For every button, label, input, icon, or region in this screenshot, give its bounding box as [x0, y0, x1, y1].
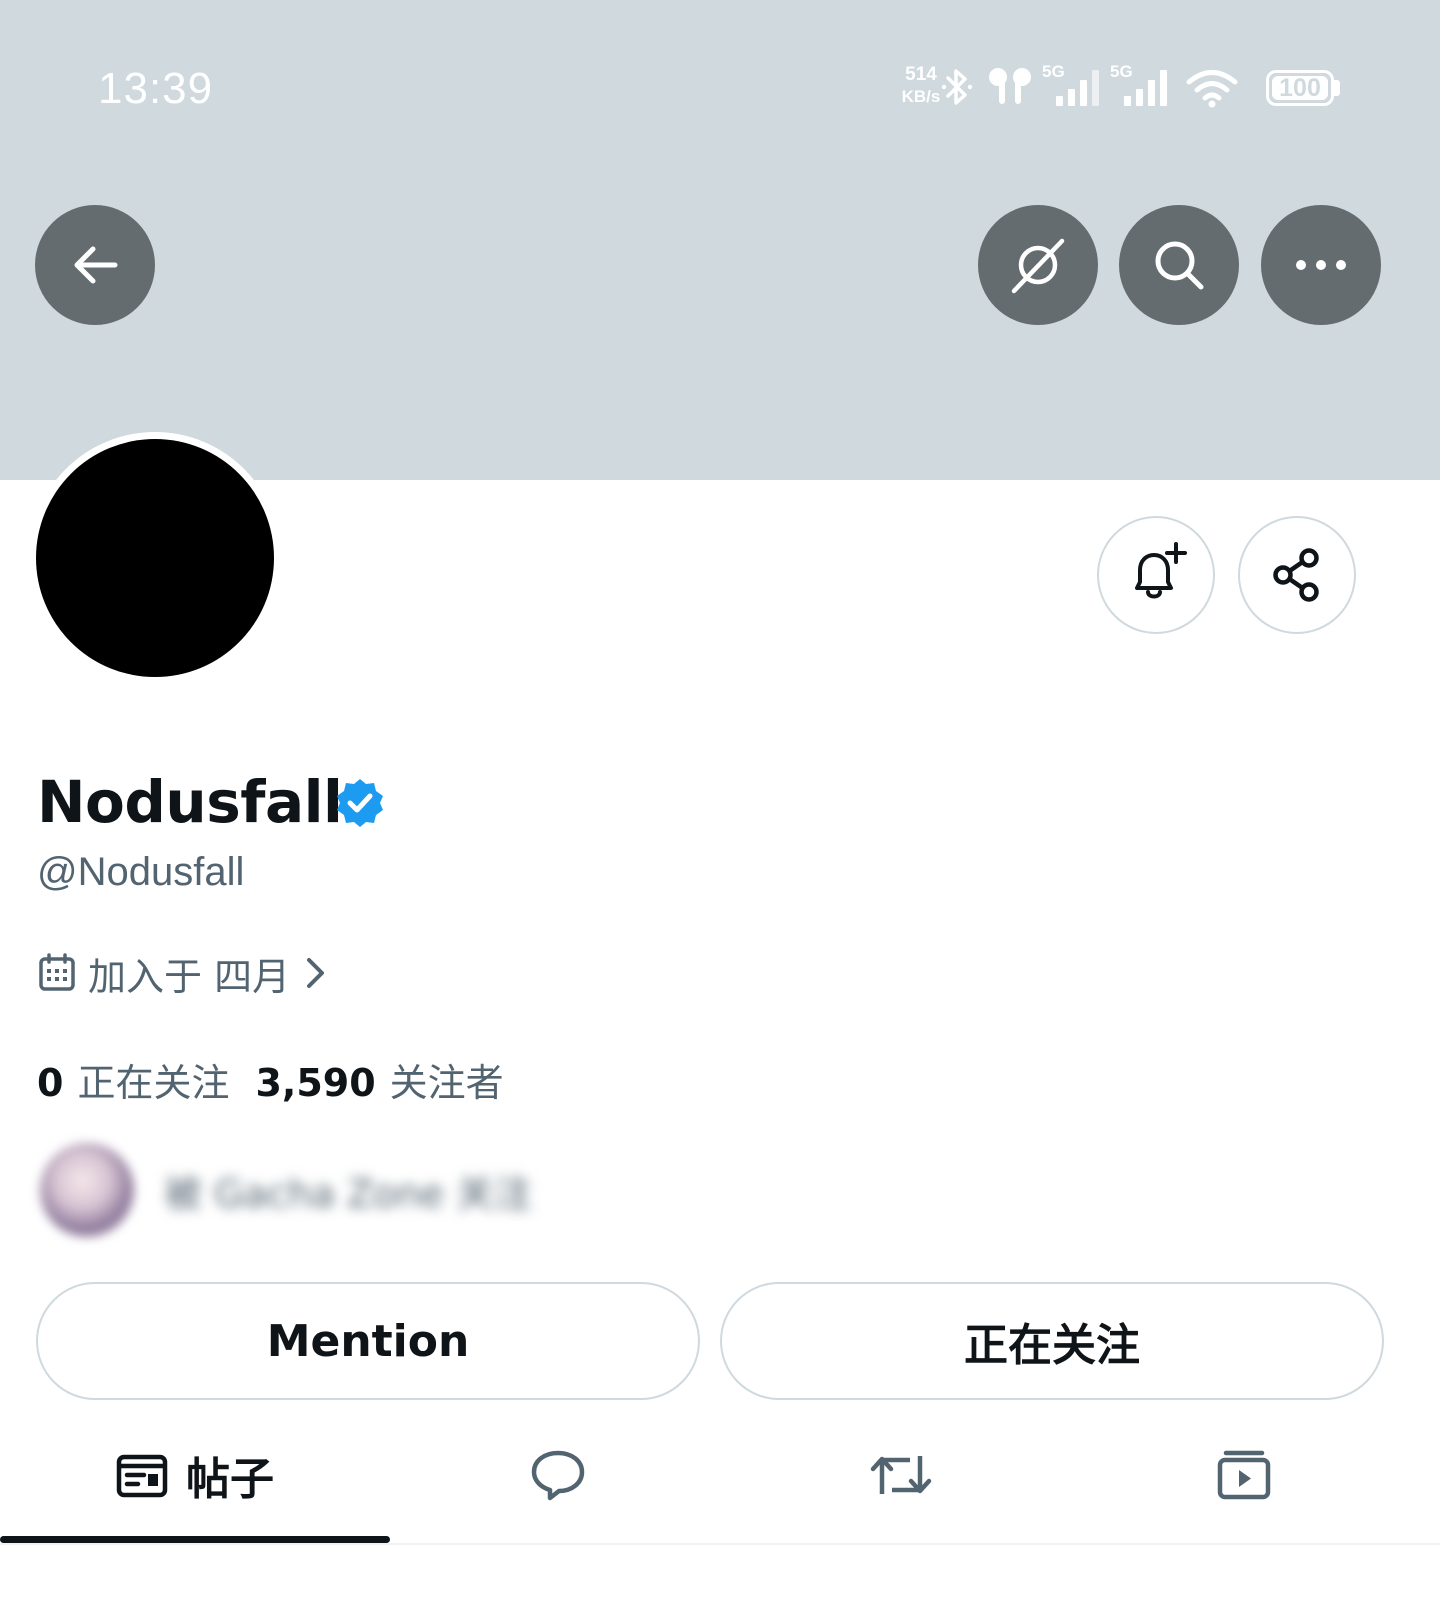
network-speed: 514 KB/s: [896, 64, 946, 108]
tab-reposts[interactable]: [726, 1410, 1076, 1540]
bell-plus-icon: [1135, 542, 1187, 599]
followed-by-row[interactable]: 被 Gacha Zone 关注: [40, 1142, 532, 1238]
back-button[interactable]: [35, 205, 155, 325]
share-icon: [1273, 548, 1319, 602]
active-tab-indicator: [0, 1536, 390, 1543]
joined-date-text: 加入于 四月: [88, 954, 291, 999]
battery-icon: 100: [1266, 70, 1334, 106]
network-speed-value: 514: [905, 64, 937, 85]
tab-posts-label: 帖子: [186, 1454, 274, 1505]
tab-posts[interactable]: 帖子: [0, 1410, 390, 1540]
signal-sim2-icon: 5G: [1110, 62, 1174, 106]
profile-avatar[interactable]: [29, 432, 281, 684]
profile-avatar-image: [36, 439, 274, 677]
tab-replies[interactable]: [390, 1410, 726, 1540]
followed-by-text: 被 Gacha Zone 关注: [164, 1171, 532, 1216]
signal-sim1-label: 5G: [1042, 62, 1065, 81]
bluetooth-icon: [941, 69, 973, 105]
chevron-right-icon: [307, 958, 325, 988]
signal-sim1-icon: 5G: [1042, 62, 1106, 106]
status-time: 13:39: [98, 64, 214, 113]
mention-button[interactable]: Mention: [36, 1282, 700, 1400]
more-horizontal-icon: [1296, 260, 1346, 270]
calendar-icon: [39, 953, 75, 991]
network-speed-unit: KB/s: [901, 87, 941, 106]
following-button[interactable]: 正在关注: [720, 1282, 1384, 1400]
battery-tip: [1334, 80, 1340, 96]
following-label[interactable]: 正在关注: [77, 1052, 229, 1107]
follower-avatar: [40, 1143, 134, 1237]
battery-level: 100: [1279, 74, 1321, 102]
more-options-button[interactable]: [1261, 205, 1381, 325]
profile-handle: @Nodusfall: [37, 850, 245, 894]
followers-label[interactable]: 关注者: [390, 1052, 504, 1107]
notification-subscribe-button[interactable]: [1097, 516, 1215, 634]
media-icon: [1217, 1450, 1271, 1500]
followers-count[interactable]: 3,590: [255, 1061, 375, 1105]
earbuds-icon: [989, 68, 1031, 104]
wifi-icon: [1186, 70, 1238, 108]
reposts-icon: [870, 1456, 932, 1494]
grok-icon: [1011, 238, 1065, 294]
posts-icon: [116, 1454, 168, 1498]
share-profile-button[interactable]: [1238, 516, 1356, 634]
profile-display-name: Nodusfall: [37, 768, 343, 836]
tab-media[interactable]: [1076, 1410, 1412, 1540]
following-count[interactable]: 0: [37, 1061, 63, 1105]
status-bar: 13:39 514 KB/s 5G 5G 100: [0, 0, 1440, 180]
tabs-divider: [0, 1543, 1440, 1545]
arrow-left-icon: [74, 246, 118, 284]
signal-sim2-label: 5G: [1110, 62, 1133, 81]
replies-icon: [531, 1450, 585, 1501]
joined-date-row[interactable]: 加入于 四月: [38, 948, 328, 999]
search-icon: [1155, 241, 1204, 290]
verified-badge-icon: [337, 779, 383, 827]
search-button[interactable]: [1119, 205, 1239, 325]
grok-button[interactable]: [978, 205, 1098, 325]
follow-stats: 0 正在关注 3,590 关注者: [37, 1052, 504, 1107]
